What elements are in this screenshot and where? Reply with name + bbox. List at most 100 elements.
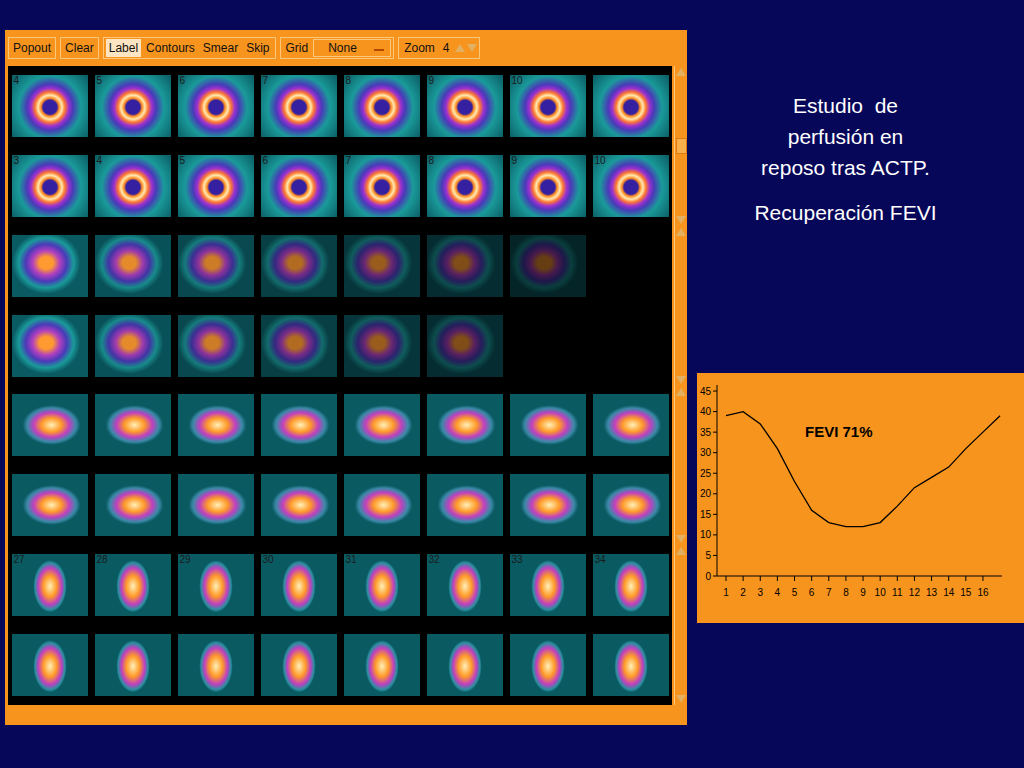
scan-frame[interactable] [178,235,254,297]
scan-frame[interactable]: 6 [178,75,254,137]
scroll-down-icon[interactable] [676,695,686,703]
svg-text:10: 10 [700,529,712,540]
scan-frame[interactable] [12,315,88,377]
scan-frame[interactable]: 28 [95,554,171,616]
mode-button[interactable]: Contours [143,39,198,57]
scan-frame[interactable]: 8 [427,155,503,217]
scan-frame[interactable]: 6 [261,155,337,217]
scroll-down-icon[interactable] [676,216,686,224]
scan-frame[interactable] [427,474,503,536]
scan-frame[interactable] [427,315,503,377]
zoom-up-icon[interactable] [455,44,465,52]
scan-frame[interactable] [178,474,254,536]
scan-frame[interactable] [95,634,171,696]
scan-frame[interactable]: 34 [593,554,669,616]
frame-label: 32 [429,554,440,565]
scan-frame[interactable] [261,474,337,536]
x-tick: 14 [943,576,955,598]
scan-frame[interactable] [427,394,503,456]
scroll-thumb[interactable] [676,138,687,154]
scan-frame[interactable] [178,394,254,456]
scan-frame[interactable] [593,394,669,456]
frame-label: 30 [263,554,274,565]
scan-frame[interactable]: 4 [12,75,88,137]
svg-text:15: 15 [700,509,712,520]
zoom-down-icon[interactable] [467,44,477,52]
scan-frame[interactable]: 32 [427,554,503,616]
scan-frame[interactable]: 9 [427,75,503,137]
scan-frame[interactable] [261,394,337,456]
scan-frame[interactable] [344,315,420,377]
scan-frame[interactable]: 4 [95,155,171,217]
zoom-value: 4 [440,39,453,57]
svg-text:1: 1 [723,587,729,598]
y-tick: 25 [700,468,717,479]
y-tick: 10 [700,529,717,540]
scroll-up-icon[interactable] [676,547,686,555]
scan-frame[interactable] [510,634,586,696]
scan-frame[interactable] [510,474,586,536]
scroll-up-icon[interactable] [676,388,686,396]
x-tick: 12 [909,576,921,598]
scan-frame[interactable] [12,394,88,456]
scan-frame[interactable]: 9 [510,155,586,217]
scan-frame[interactable] [95,315,171,377]
scan-frame[interactable]: 5 [178,155,254,217]
scan-frame[interactable] [12,634,88,696]
scan-frame[interactable] [510,394,586,456]
y-tick: 40 [700,406,717,417]
scan-frame[interactable]: 5 [95,75,171,137]
svg-text:16: 16 [977,587,989,598]
scan-frame[interactable]: 7 [344,155,420,217]
toolbar-button[interactable]: Popout [8,37,56,59]
scan-frame[interactable] [593,75,669,137]
frame-label: 34 [595,554,606,565]
scrollbar[interactable] [674,66,687,705]
grid-dropdown[interactable]: None [313,39,391,57]
scan-frame[interactable] [427,634,503,696]
scan-frame[interactable]: 33 [510,554,586,616]
scan-frame[interactable]: 30 [261,554,337,616]
scan-frame[interactable]: 27 [12,554,88,616]
scroll-down-icon[interactable] [676,535,686,543]
scan-frame[interactable] [178,315,254,377]
toolbar-button[interactable]: Clear [60,37,99,59]
scan-frame[interactable] [178,634,254,696]
scan-frame[interactable]: 3 [12,155,88,217]
scroll-up-icon[interactable] [676,228,686,236]
scan-frame[interactable] [12,474,88,536]
scan-frame[interactable] [593,634,669,696]
x-tick: 16 [977,576,989,598]
scan-frame[interactable] [510,235,586,297]
scan-frame[interactable] [95,235,171,297]
scan-frame[interactable]: 7 [261,75,337,137]
scan-frame[interactable] [427,235,503,297]
scan-frame[interactable]: 31 [344,554,420,616]
scan-frame[interactable]: 10 [593,155,669,217]
scan-frame[interactable] [261,235,337,297]
frame-label: 10 [595,155,606,166]
y-tick: 15 [700,509,717,520]
scan-frame[interactable] [344,634,420,696]
scroll-down-icon[interactable] [676,376,686,384]
scan-frame[interactable] [344,235,420,297]
scan-frame[interactable] [593,474,669,536]
scan-frame[interactable] [344,394,420,456]
svg-text:4: 4 [775,587,781,598]
mode-button[interactable]: Label [106,39,141,57]
y-tick: 30 [700,447,717,458]
scan-frame[interactable] [261,315,337,377]
scan-frame[interactable] [95,394,171,456]
mode-button[interactable]: Smear [200,39,241,57]
scan-frame[interactable] [12,235,88,297]
scan-frame[interactable] [95,474,171,536]
scan-frame[interactable]: 10 [510,75,586,137]
scan-frame[interactable]: 29 [178,554,254,616]
mode-group: LabelContoursSmearSkip [103,37,276,59]
image-row [8,465,672,545]
scroll-up-icon[interactable] [676,68,686,76]
scan-frame[interactable] [261,634,337,696]
scan-frame[interactable] [344,474,420,536]
mode-button[interactable]: Skip [243,39,272,57]
scan-frame[interactable]: 8 [344,75,420,137]
